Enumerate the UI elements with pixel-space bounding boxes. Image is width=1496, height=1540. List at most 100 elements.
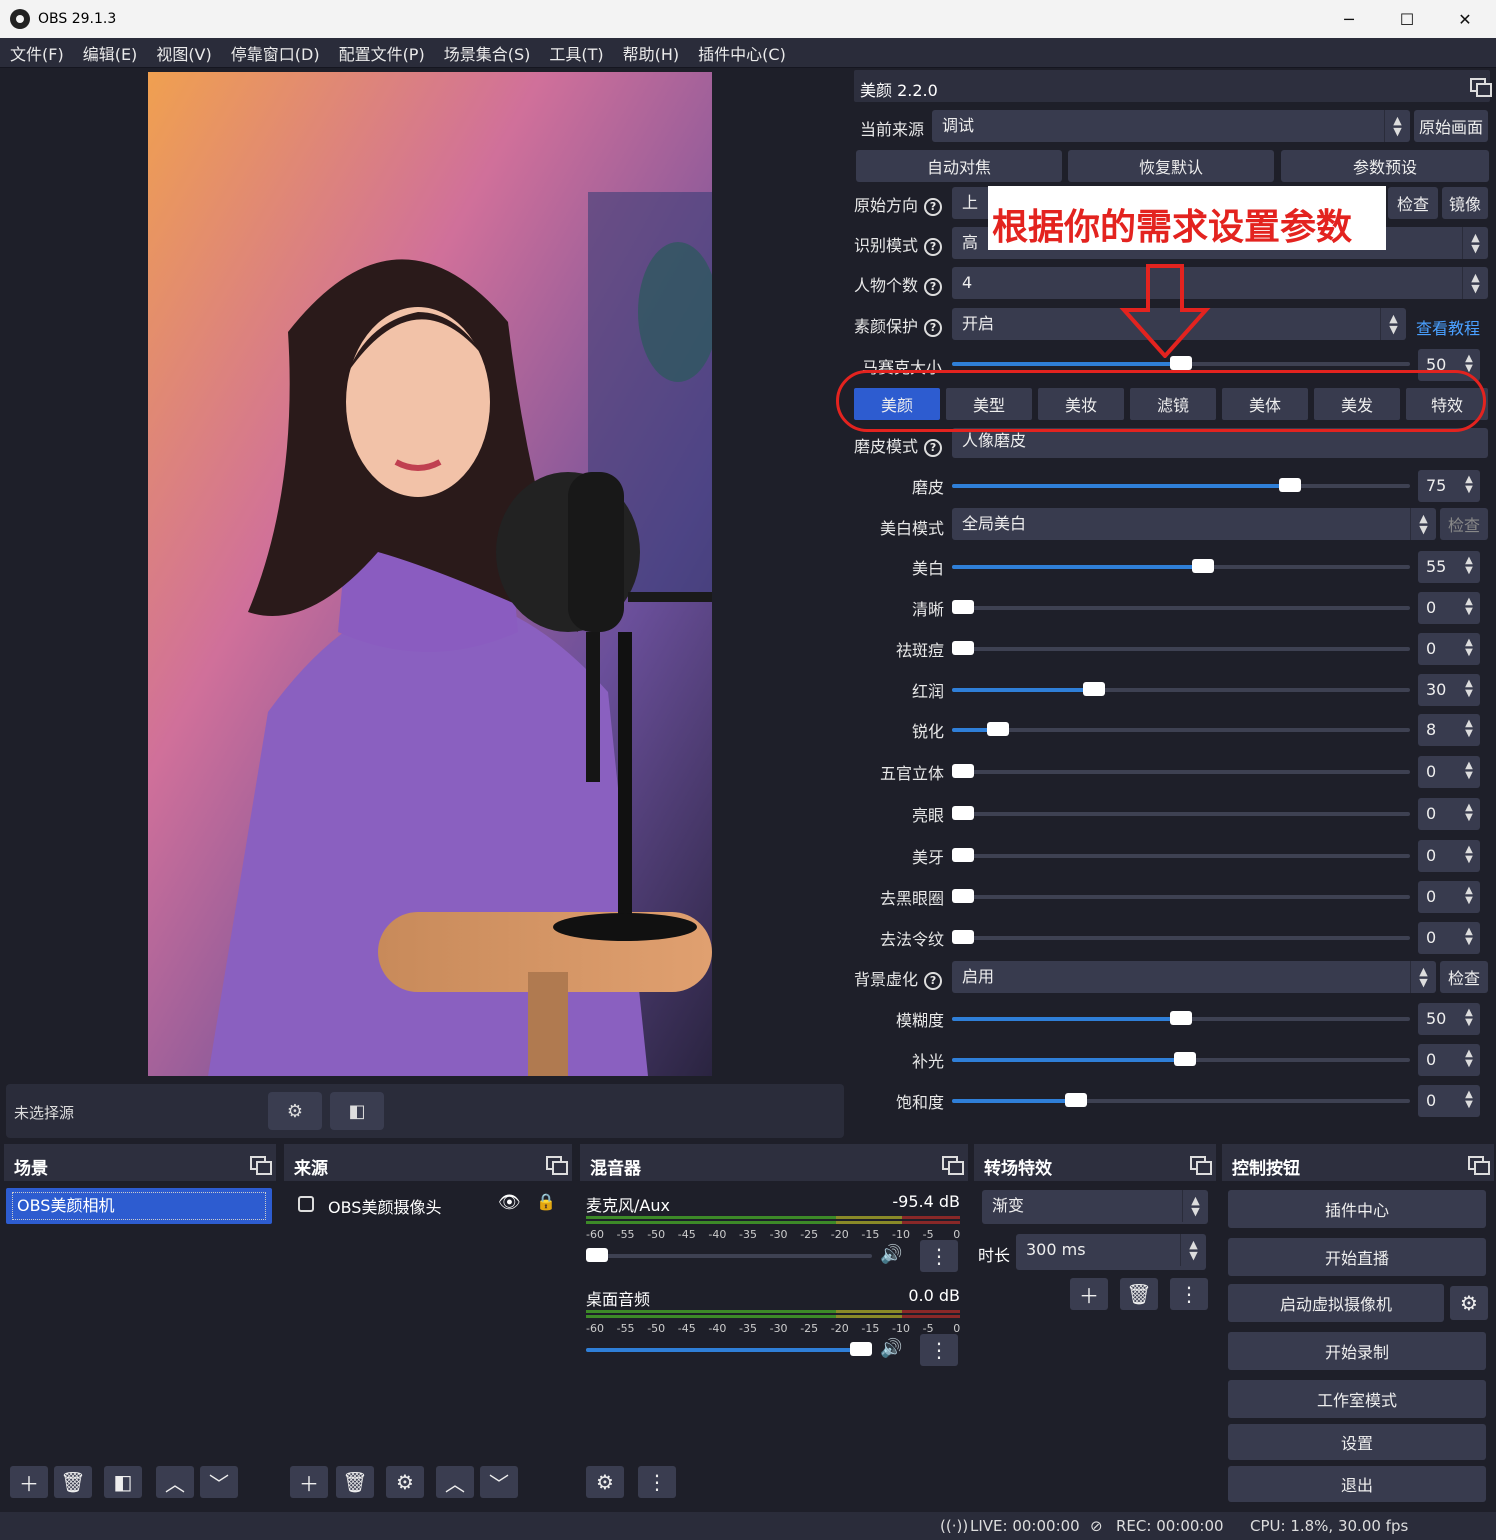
scene-filters-icon[interactable]: ◧ xyxy=(104,1466,142,1498)
start-recording-button[interactable]: 开始录制 xyxy=(1228,1332,1486,1370)
bg-slider-value-spin[interactable]: 0 ▲ ▼ xyxy=(1418,1044,1480,1076)
move-down-chevron-icon[interactable]: ﹀ xyxy=(480,1466,518,1498)
bg-slider-value-spin[interactable]: 50 ▲ ▼ xyxy=(1418,1003,1480,1035)
undock-icon[interactable] xyxy=(250,1156,272,1175)
beauty-slider[interactable] xyxy=(952,848,1410,862)
bg-slider[interactable] xyxy=(952,1052,1410,1066)
transition-select[interactable]: 渐变 ▲ ▼ xyxy=(982,1190,1208,1224)
channel-menu-icon[interactable]: ⋮ xyxy=(920,1334,958,1366)
smooth-mode-select[interactable]: 人像磨皮 xyxy=(952,428,1488,458)
help-icon[interactable]: ? xyxy=(924,318,943,337)
source-properties-gear-icon[interactable]: ⚙ xyxy=(386,1466,424,1498)
beauty-slider[interactable] xyxy=(952,600,1410,614)
menu-view[interactable]: 视图(V) xyxy=(156,41,211,65)
advanced-audio-gear-icon[interactable]: ⚙ xyxy=(586,1466,624,1498)
undock-icon[interactable] xyxy=(1190,1156,1212,1175)
slider-thumb[interactable] xyxy=(952,764,974,778)
slider-thumb[interactable] xyxy=(1170,1011,1192,1025)
menu-docks[interactable]: 停靠窗口(D) xyxy=(231,41,320,65)
undock-icon[interactable] xyxy=(1468,1156,1490,1175)
mosaic-slider[interactable] xyxy=(952,356,1410,370)
duration-spin[interactable]: 300 ms ▲ ▼ xyxy=(1016,1234,1206,1270)
original-view-button[interactable]: 原始画面 xyxy=(1414,110,1488,142)
tutorial-link[interactable]: 查看教程 xyxy=(1416,315,1480,339)
slider-value-spin[interactable]: 8 ▲ ▼ xyxy=(1418,714,1480,746)
slider-value-spin[interactable]: 30 ▲ ▼ xyxy=(1418,674,1480,706)
undock-icon[interactable] xyxy=(942,1156,964,1175)
slider-thumb[interactable] xyxy=(952,889,974,903)
volume-slider[interactable] xyxy=(586,1248,872,1262)
undock-icon[interactable] xyxy=(546,1156,568,1175)
start-virtual-camera-button[interactable]: 启动虚拟摄像机 xyxy=(1228,1284,1444,1322)
settings-button[interactable]: 设置 xyxy=(1228,1424,1486,1460)
speaker-icon[interactable]: 🔊 xyxy=(880,1244,902,1265)
bg-slider-value-spin[interactable]: 0 ▲ ▼ xyxy=(1418,1085,1480,1117)
menu-profile[interactable]: 配置文件(P) xyxy=(339,41,425,65)
menu-file[interactable]: 文件(F) xyxy=(10,41,64,65)
channel-menu-icon[interactable]: ⋮ xyxy=(920,1240,958,1272)
remove-scene-trash-icon[interactable]: 🗑 xyxy=(54,1466,92,1498)
maximize-button[interactable]: ☐ xyxy=(1378,0,1436,38)
slider-thumb[interactable] xyxy=(952,930,974,944)
volume-slider[interactable] xyxy=(586,1342,872,1356)
speaker-icon[interactable]: 🔊 xyxy=(880,1338,902,1359)
beauty-slider[interactable] xyxy=(952,682,1410,696)
whiten-check-button[interactable]: 检查 xyxy=(1440,508,1488,540)
beauty-slider[interactable] xyxy=(952,930,1410,944)
visibility-eye-icon[interactable]: 👁 xyxy=(498,1192,521,1213)
slider-thumb[interactable] xyxy=(1174,1052,1196,1066)
menu-help[interactable]: 帮助(H) xyxy=(623,41,680,65)
check-button[interactable]: 检查 xyxy=(1388,187,1438,219)
slider-thumb[interactable] xyxy=(952,806,974,820)
move-up-chevron-icon[interactable]: ︿ xyxy=(436,1466,474,1498)
add-transition-button[interactable]: ＋ xyxy=(1070,1278,1108,1310)
undock-icon[interactable] xyxy=(1470,78,1492,97)
slider-value-spin[interactable]: 0 ▲ ▼ xyxy=(1418,756,1480,788)
plugin-center-button[interactable]: 插件中心 xyxy=(1228,1190,1486,1228)
source-filters-icon[interactable]: ◧ xyxy=(330,1092,384,1130)
help-icon[interactable]: ? xyxy=(924,197,943,216)
beauty-slider[interactable] xyxy=(952,889,1410,903)
studio-mode-button[interactable]: 工作室模式 xyxy=(1228,1380,1486,1418)
slider-thumb[interactable] xyxy=(987,722,1009,736)
remove-source-trash-icon[interactable]: 🗑 xyxy=(336,1466,374,1498)
transition-menu-icon[interactable]: ⋮ xyxy=(1170,1278,1208,1310)
slider-thumb[interactable] xyxy=(952,848,974,862)
preview-canvas[interactable] xyxy=(148,72,712,1076)
bg-blur-select[interactable]: 启用 ▲ ▼ xyxy=(952,961,1436,993)
auto-focus-button[interactable]: 自动对焦 xyxy=(856,150,1062,182)
people-count-spin[interactable]: 4 ▲ ▼ xyxy=(952,267,1488,299)
help-icon[interactable]: ? xyxy=(924,277,943,296)
slider-thumb[interactable] xyxy=(952,641,974,655)
close-button[interactable]: ✕ xyxy=(1436,0,1494,38)
help-icon[interactable]: ? xyxy=(924,237,943,256)
slider-value-spin[interactable]: 55 ▲ ▼ xyxy=(1418,551,1480,583)
mirror-button[interactable]: 镜像 xyxy=(1442,187,1488,219)
beauty-slider[interactable] xyxy=(952,764,1410,778)
beauty-slider[interactable] xyxy=(952,559,1410,573)
whiten-mode-select[interactable]: 全局美白 ▲ ▼ xyxy=(952,508,1436,540)
current-source-select[interactable]: 调试 ▲ ▼ xyxy=(932,110,1410,142)
menu-plugin-center[interactable]: 插件中心(C) xyxy=(698,41,786,65)
start-streaming-button[interactable]: 开始直播 xyxy=(1228,1238,1486,1276)
slider-value-spin[interactable]: 0 ▲ ▼ xyxy=(1418,840,1480,872)
beauty-slider[interactable] xyxy=(952,806,1410,820)
virtual-camera-gear-icon[interactable]: ⚙ xyxy=(1450,1286,1488,1320)
slider-value-spin[interactable]: 0 ▲ ▼ xyxy=(1418,922,1480,954)
beauty-slider[interactable] xyxy=(952,722,1410,736)
bg-slider[interactable] xyxy=(952,1011,1410,1025)
slider-thumb[interactable] xyxy=(1279,478,1301,492)
reset-default-button[interactable]: 恢复默认 xyxy=(1068,150,1274,182)
slider-value-spin[interactable]: 75 ▲ ▼ xyxy=(1418,470,1480,502)
bg-slider[interactable] xyxy=(952,1093,1410,1107)
beauty-slider[interactable] xyxy=(952,641,1410,655)
slider-thumb[interactable] xyxy=(1170,356,1192,370)
minimize-button[interactable]: ─ xyxy=(1320,0,1378,38)
add-source-button[interactable]: ＋ xyxy=(290,1466,328,1498)
slider-thumb[interactable] xyxy=(586,1248,608,1262)
menu-edit[interactable]: 编辑(E) xyxy=(83,41,138,65)
preview-area[interactable] xyxy=(2,70,846,1078)
exit-button[interactable]: 退出 xyxy=(1228,1466,1486,1502)
mixer-menu-icon[interactable]: ⋮ xyxy=(638,1466,676,1498)
preset-button[interactable]: 参数预设 xyxy=(1281,150,1489,182)
